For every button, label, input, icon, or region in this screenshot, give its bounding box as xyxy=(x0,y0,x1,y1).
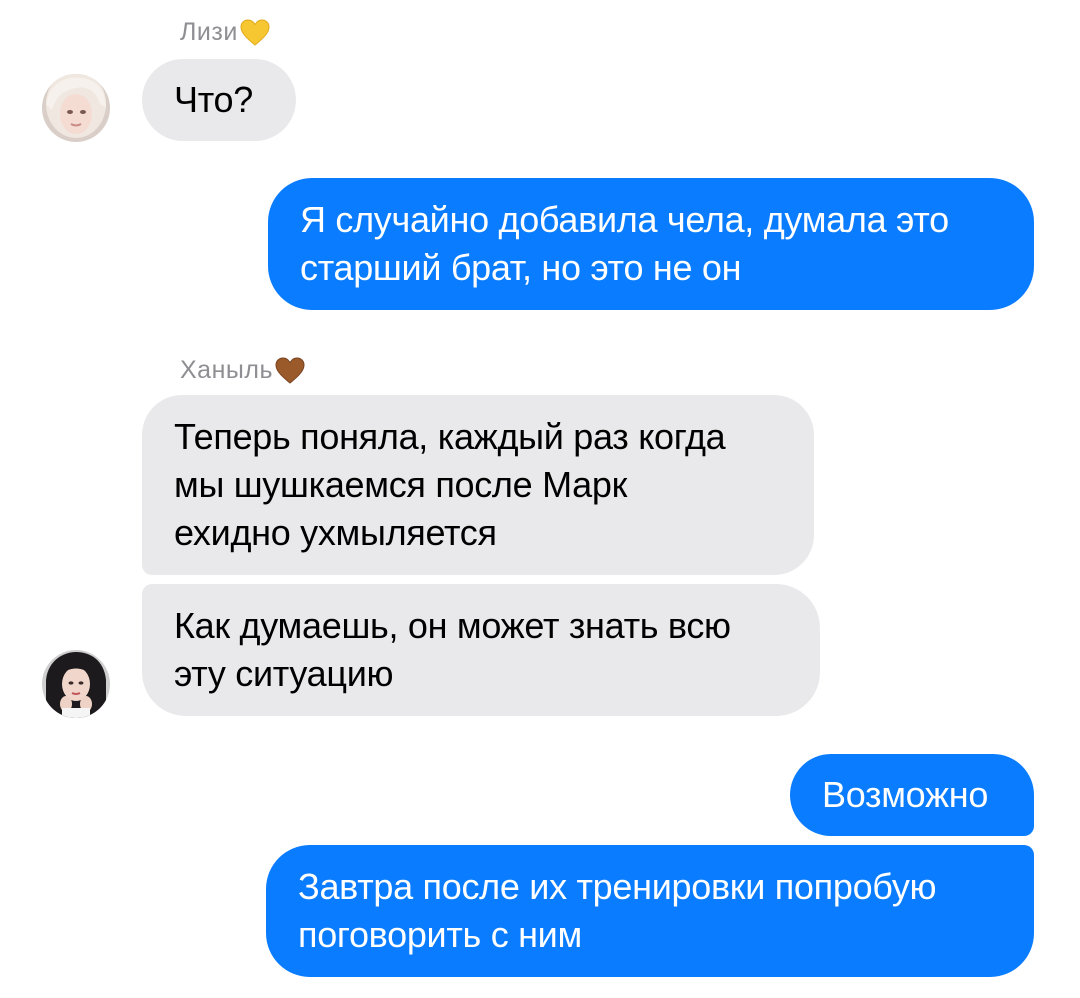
avatar-hanyl-image xyxy=(42,650,110,718)
sender-name-hanyl: Ханыль xyxy=(180,356,305,385)
message-bubble-incoming[interactable]: Что? xyxy=(142,59,296,141)
message-bubble-outgoing[interactable]: Завтра после их тренировки попробую пого… xyxy=(266,845,1034,977)
yellow-heart-icon xyxy=(240,18,270,46)
avatar-lizi[interactable] xyxy=(42,74,110,142)
sender-name-label: Ханыль xyxy=(180,356,273,384)
avatar-hanyl[interactable] xyxy=(42,650,110,718)
message-text: Завтра после их тренировки попробую пого… xyxy=(298,866,937,955)
message-text: Как думаешь, он может знать всю эту ситу… xyxy=(174,605,731,694)
sender-name-label: Лизи xyxy=(180,18,238,46)
message-text: Возможно xyxy=(822,774,989,815)
message-bubble-outgoing[interactable]: Я случайно добавила чела, думала это ста… xyxy=(268,178,1034,310)
message-text: Что? xyxy=(174,79,253,120)
message-bubble-outgoing[interactable]: Возможно xyxy=(790,754,1034,836)
brown-heart-icon xyxy=(275,356,305,384)
message-text: Я случайно добавила чела, думала это ста… xyxy=(300,199,949,288)
message-text: Теперь поняла, каждый раз когда мы шушка… xyxy=(174,416,726,553)
sender-name-lizi: Лизи xyxy=(180,18,270,47)
avatar-lizi-image xyxy=(42,74,110,142)
message-bubble-incoming[interactable]: Как думаешь, он может знать всю эту ситу… xyxy=(142,584,820,716)
message-bubble-incoming[interactable]: Теперь поняла, каждый раз когда мы шушка… xyxy=(142,395,814,575)
